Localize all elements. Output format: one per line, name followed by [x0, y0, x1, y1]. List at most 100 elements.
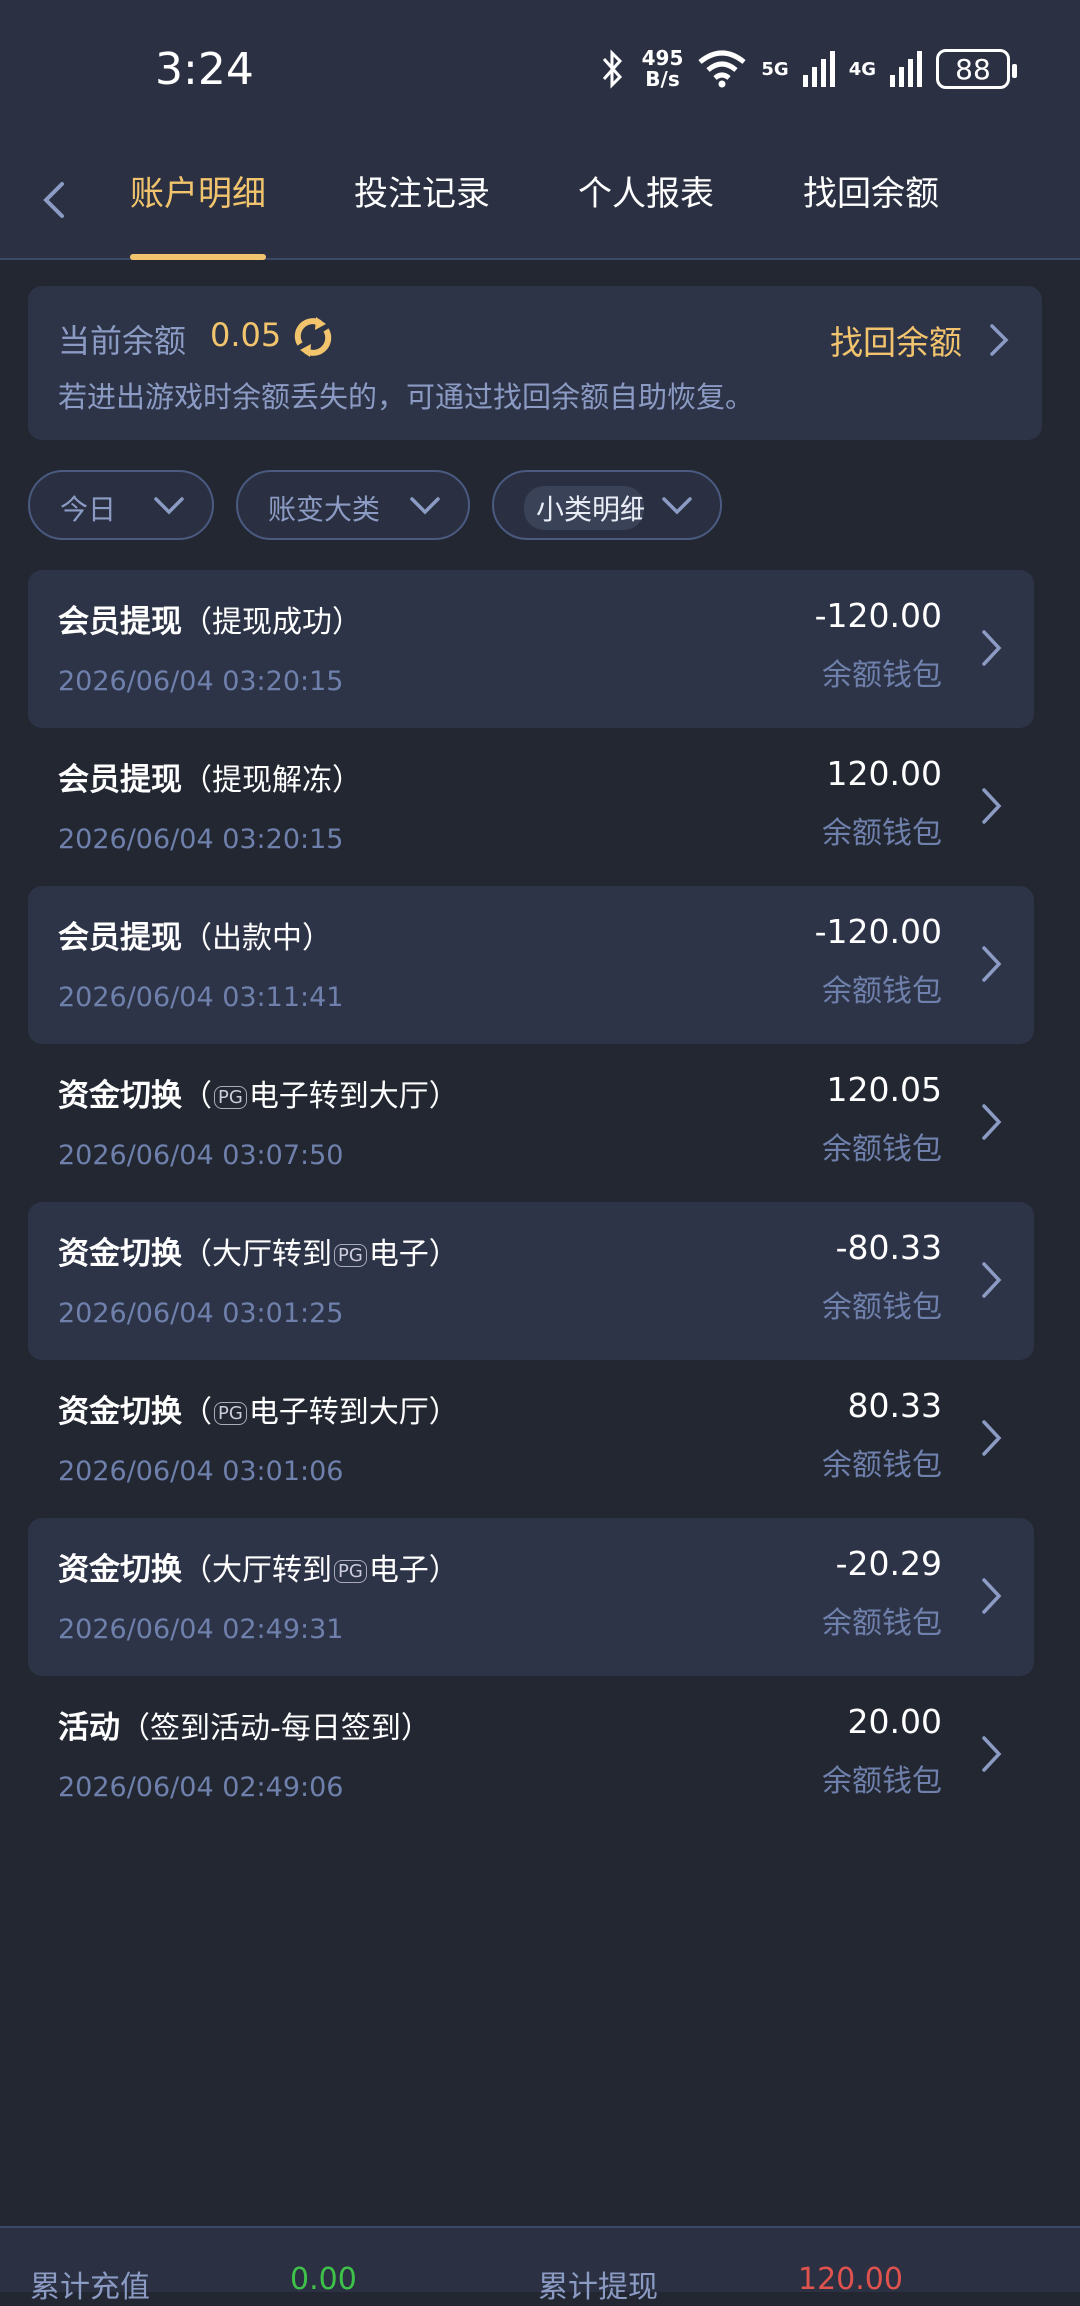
wifi-icon	[698, 50, 746, 88]
total-deposit-label: 累计充值	[30, 2270, 150, 2305]
transaction-title: 会员提现（提现成功）	[58, 596, 362, 641]
battery-level: 88	[955, 52, 991, 86]
transaction-type: 资金切换	[58, 1236, 182, 1272]
transaction-title: 资金切换（ PG 电子转到大厅）	[58, 1386, 459, 1431]
transaction-list: 会员提现（提现成功） 2026/06/04 03:20:15 -120.00 余…	[28, 570, 1034, 1834]
pg-logo-icon: PG	[334, 1560, 367, 1583]
recover-balance-link[interactable]: 找回余额	[830, 316, 962, 364]
transaction-wallet: 余额钱包	[822, 1132, 942, 1167]
transaction-detail-post: 电子转到大厅）	[248, 1395, 459, 1430]
transaction-row[interactable]: 会员提现（出款中） 2026/06/04 03:11:41 -120.00 余额…	[28, 886, 1034, 1044]
transaction-title: 会员提现（出款中）	[58, 912, 332, 957]
transaction-amount: 120.05	[826, 1070, 942, 1109]
chevron-right-icon[interactable]	[976, 1100, 1006, 1144]
transaction-detail-pre: （	[182, 1395, 212, 1430]
transaction-type: 资金切换	[58, 1552, 182, 1588]
chevron-right-icon[interactable]	[976, 1258, 1006, 1302]
transaction-row[interactable]: 资金切换（大厅转到 PG 电子） 2026/06/04 02:49:31 -20.2…	[28, 1518, 1034, 1676]
chevron-right-icon[interactable]	[976, 626, 1006, 670]
transaction-row[interactable]: 资金切换（ PG 电子转到大厅） 2026/06/04 03:01:06 80.33…	[28, 1360, 1034, 1518]
transaction-amount: -120.00	[814, 912, 942, 951]
transaction-detail: （提现成功）	[182, 605, 362, 640]
battery-icon: 88	[936, 49, 1017, 89]
subcategory-filter[interactable]: 小类明细	[492, 470, 722, 540]
status-time: 3:24	[155, 44, 254, 95]
pg-logo-icon: PG	[214, 1086, 247, 1109]
chevron-right-icon[interactable]	[976, 784, 1006, 828]
tab-bet-records[interactable]: 投注记录	[354, 166, 490, 260]
refresh-icon[interactable]	[290, 314, 336, 360]
summary-footer: 累计充值 0.00 累计提现 120.00	[0, 2226, 1080, 2305]
signal-5g-label: 5G	[761, 58, 789, 80]
transaction-row[interactable]: 资金切换（大厅转到 PG 电子） 2026/06/04 03:01:25 -80.3…	[28, 1202, 1034, 1360]
transaction-amount: 20.00	[847, 1702, 942, 1741]
subcategory-filter-label: 小类明细	[524, 486, 644, 530]
transaction-type: 会员提现	[58, 604, 182, 640]
transaction-detail: （签到活动-每日签到）	[120, 1711, 431, 1746]
pg-logo-icon: PG	[214, 1402, 247, 1425]
transaction-time: 2026/06/04 02:49:31	[58, 1614, 344, 1645]
transaction-time: 2026/06/04 03:20:15	[58, 666, 344, 697]
transaction-time: 2026/06/04 03:01:06	[58, 1456, 344, 1487]
net-speed-unit: B/s	[645, 67, 680, 91]
transaction-time: 2026/06/04 03:11:41	[58, 982, 344, 1013]
transaction-wallet: 余额钱包	[822, 816, 942, 851]
chevron-right-icon[interactable]	[984, 320, 1014, 360]
transaction-type: 会员提现	[58, 920, 182, 956]
transaction-type: 会员提现	[58, 762, 182, 798]
transaction-wallet: 余额钱包	[822, 1764, 942, 1799]
chevron-right-icon[interactable]	[976, 1574, 1006, 1618]
transaction-title: 资金切换（ PG 电子转到大厅）	[58, 1070, 459, 1115]
transaction-wallet: 余额钱包	[822, 974, 942, 1009]
net-speed: 495 B/s	[642, 48, 684, 90]
net-speed-value: 495	[641, 46, 684, 70]
transaction-detail-pre: （	[182, 1079, 212, 1114]
transaction-time: 2026/06/04 03:01:25	[58, 1298, 344, 1329]
transaction-amount: 80.33	[847, 1386, 942, 1425]
transaction-time: 2026/06/04 02:49:06	[58, 1772, 344, 1803]
transaction-amount: -120.00	[814, 596, 942, 635]
tab-personal-report[interactable]: 个人报表	[578, 166, 714, 260]
transaction-title: 资金切换（大厅转到 PG 电子）	[58, 1228, 459, 1273]
category-filter[interactable]: 账变大类	[236, 470, 470, 540]
chevron-down-icon	[154, 497, 184, 515]
status-icons: 495 B/s 5G 4G 88	[598, 48, 1017, 90]
chevron-right-icon[interactable]	[976, 1416, 1006, 1460]
transaction-detail-post: 电子）	[368, 1553, 459, 1588]
chevron-right-icon[interactable]	[976, 1732, 1006, 1776]
transaction-type: 活动	[58, 1710, 120, 1746]
transaction-detail-post: 电子转到大厅）	[248, 1079, 459, 1114]
transaction-detail-pre: （大厅转到	[182, 1553, 332, 1588]
date-filter[interactable]: 今日	[28, 470, 214, 540]
transaction-row[interactable]: 会员提现（提现解冻） 2026/06/04 03:20:15 120.00 余额…	[28, 728, 1034, 886]
transaction-wallet: 余额钱包	[822, 1606, 942, 1641]
top-nav: 账户明细 投注记录 个人报表 找回余额	[0, 140, 1080, 260]
transaction-title: 活动（签到活动-每日签到）	[58, 1702, 431, 1747]
transaction-row[interactable]: 会员提现（提现成功） 2026/06/04 03:20:15 -120.00 余…	[28, 570, 1034, 728]
transaction-detail-pre: （大厅转到	[182, 1237, 332, 1272]
tab-account-detail[interactable]: 账户明细	[130, 166, 266, 260]
bluetooth-icon	[602, 49, 622, 89]
balance-label: 当前余额	[58, 322, 187, 360]
balance-value: 0.05	[210, 316, 282, 354]
pg-logo-icon: PG	[334, 1244, 367, 1267]
signal-5g-icon	[802, 51, 835, 87]
category-filter-label: 账变大类	[268, 493, 381, 526]
chevron-down-icon	[410, 497, 440, 515]
status-bar: 3:24 495 B/s 5G 4G 88	[0, 0, 1080, 140]
signal-4g-icon	[890, 51, 922, 87]
transaction-title: 会员提现（提现解冻）	[58, 754, 362, 799]
transaction-amount: 120.00	[826, 754, 942, 793]
balance-hint: 若进出游戏时余额丢失的，可通过找回余额自助恢复。	[58, 380, 755, 414]
tab-recover-balance[interactable]: 找回余额	[803, 166, 939, 260]
transaction-row[interactable]: 活动（签到活动-每日签到） 2026/06/04 02:49:06 20.00 …	[28, 1676, 1034, 1834]
transaction-row[interactable]: 资金切换（ PG 电子转到大厅） 2026/06/04 03:07:50 120.0…	[28, 1044, 1034, 1202]
transaction-wallet: 余额钱包	[822, 1290, 942, 1325]
date-filter-label: 今日	[60, 493, 117, 526]
balance-card: 当前余额 0.05 找回余额 若进出游戏时余额丢失的，可通过找回余额自助恢复。	[28, 286, 1042, 440]
transaction-detail: （出款中）	[182, 921, 332, 956]
chevron-right-icon[interactable]	[976, 942, 1006, 986]
transaction-detail: （提现解冻）	[182, 763, 362, 798]
transaction-amount: -20.29	[835, 1544, 942, 1583]
back-arrow-icon[interactable]	[30, 170, 80, 230]
